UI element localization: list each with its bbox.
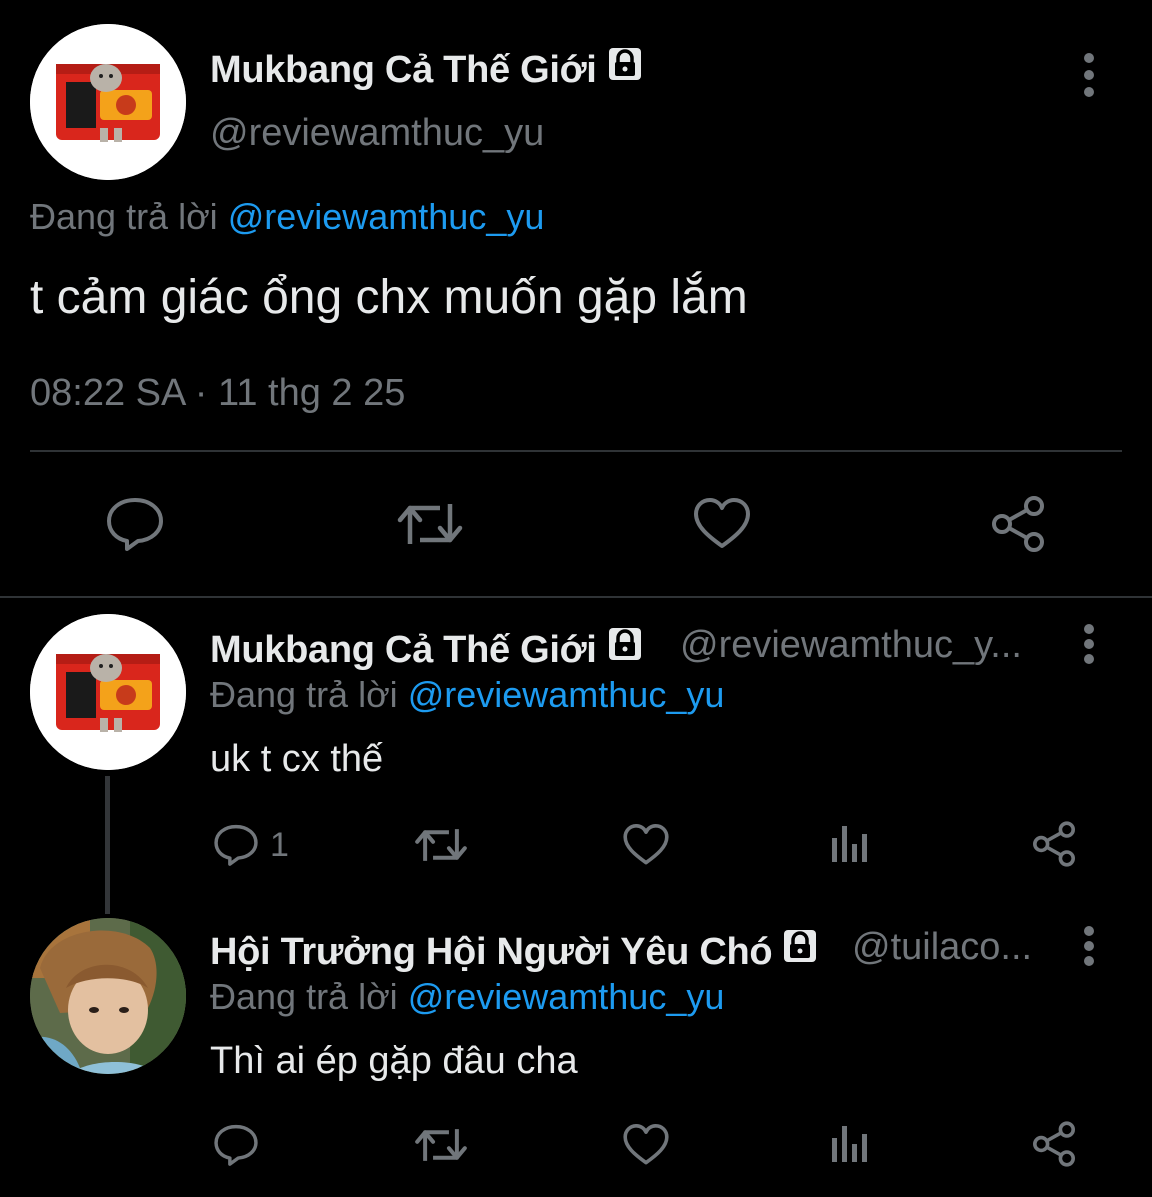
replying-to-prefix: Đang trả lời (210, 674, 408, 715)
replying-to-prefix: Đang trả lời (30, 196, 228, 237)
avatar-noodle-pack-image (30, 24, 186, 180)
avatar[interactable] (30, 24, 186, 180)
reply-count: 1 (270, 826, 289, 864)
handle[interactable]: @reviewamthuc_y... (680, 624, 1022, 667)
like-icon[interactable] (622, 1122, 670, 1168)
display-name-text[interactable]: Mukbang Cả Thế Giới (210, 49, 597, 91)
tweet-text: uk t cx thế (210, 738, 384, 780)
display-name[interactable]: Mukbang Cả Thế Giới (210, 624, 645, 672)
share-icon[interactable] (1030, 820, 1078, 868)
avatar[interactable] (30, 918, 186, 1074)
tweet-text: t cảm giác ổng chx muốn gặp lắm (30, 271, 748, 324)
share-icon[interactable] (1030, 1120, 1078, 1168)
retweet-icon[interactable] (414, 822, 468, 868)
handle[interactable]: @reviewamthuc_yu (210, 112, 544, 155)
retweet-icon[interactable] (396, 496, 464, 552)
retweet-icon[interactable] (414, 1122, 468, 1168)
replying-to-prefix: Đang trả lời (210, 976, 408, 1017)
reply-icon[interactable] (212, 822, 260, 868)
tweet-text: Thì ai ép gặp đâu cha (210, 1040, 578, 1082)
lock-icon (784, 930, 817, 962)
lock-icon (608, 48, 641, 80)
display-name-text[interactable]: Mukbang Cả Thế Giới (210, 629, 597, 671)
more-options-icon[interactable] (1079, 53, 1099, 97)
replying-to: Đang trả lời @reviewamthuc_yu (30, 196, 544, 238)
views-icon[interactable] (828, 1122, 872, 1166)
avatar-person-photo (30, 918, 186, 1074)
more-options-icon[interactable] (1079, 926, 1099, 970)
display-name[interactable]: Hội Trưởng Hội Người Yêu Chó (210, 926, 820, 974)
replying-to-mention[interactable]: @reviewamthuc_yu (408, 976, 725, 1017)
share-icon[interactable] (988, 494, 1048, 554)
divider (30, 450, 1122, 452)
like-icon[interactable] (692, 496, 752, 552)
replying-to: Đang trả lời @reviewamthuc_yu (210, 976, 724, 1018)
lock-icon (608, 628, 641, 660)
like-icon[interactable] (622, 822, 670, 868)
reply-icon[interactable] (104, 494, 166, 554)
section-divider (0, 596, 1152, 598)
replying-to-mention[interactable]: @reviewamthuc_yu (228, 196, 545, 237)
handle[interactable]: @tuilaco... (852, 926, 1032, 969)
reply-icon[interactable] (212, 1122, 260, 1168)
display-name-text[interactable]: Hội Trưởng Hội Người Yêu Chó (210, 931, 773, 973)
display-name[interactable]: Mukbang Cả Thế Giới (210, 44, 645, 92)
avatar[interactable] (30, 614, 186, 770)
views-icon[interactable] (828, 822, 872, 866)
more-options-icon[interactable] (1079, 624, 1099, 668)
avatar-noodle-pack-image (30, 614, 186, 770)
thread-line (105, 776, 110, 914)
tweet-timestamp: 08:22 SA · 11 thg 2 25 (30, 372, 406, 414)
replying-to: Đang trả lời @reviewamthuc_yu (210, 674, 724, 716)
replying-to-mention[interactable]: @reviewamthuc_yu (408, 674, 725, 715)
